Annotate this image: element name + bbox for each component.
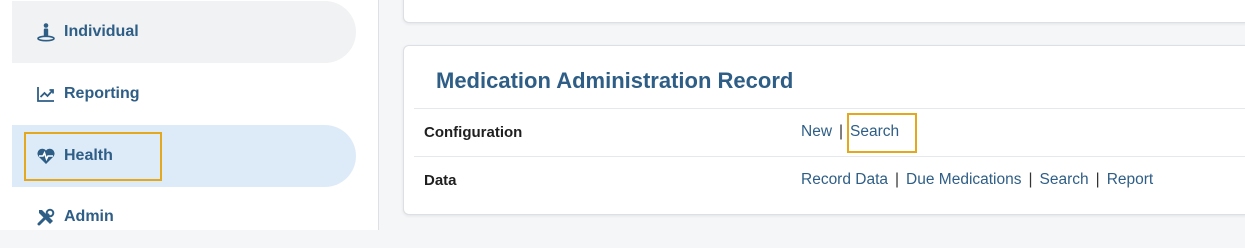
chart-line-icon	[36, 84, 56, 104]
row-label-configuration: Configuration	[424, 124, 523, 141]
sidebar: Individual Reporting Health Admin	[0, 0, 379, 230]
sidebar-item-label: Health	[64, 147, 113, 164]
previous-card	[403, 0, 1245, 23]
tools-icon	[36, 207, 56, 227]
due-medications-link[interactable]: Due Medications	[906, 171, 1021, 188]
record-data-link[interactable]: Record Data	[801, 171, 888, 188]
sidebar-item-label: Reporting	[64, 85, 140, 102]
data-links: Record Data | Due Medications | Search | Repor…	[801, 171, 1153, 189]
person-icon	[36, 22, 56, 42]
sidebar-item-individual[interactable]: Individual	[12, 1, 356, 63]
configuration-links: New | Search	[801, 123, 899, 141]
mar-card: Medication Administration Record Configu…	[403, 45, 1245, 215]
row-label-data: Data	[424, 172, 457, 189]
heart-pulse-icon	[36, 146, 56, 166]
link-separator: |	[1095, 171, 1100, 188]
sidebar-item-label: Individual	[64, 23, 139, 40]
link-separator: |	[895, 171, 900, 188]
link-separator: |	[1028, 171, 1033, 188]
link-separator: |	[839, 123, 844, 140]
sidebar-item-label: Admin	[64, 208, 114, 225]
new-link[interactable]: New	[801, 123, 832, 140]
report-link[interactable]: Report	[1107, 171, 1154, 188]
sidebar-item-health[interactable]: Health	[12, 125, 356, 187]
sidebar-item-admin[interactable]: Admin	[12, 186, 356, 248]
sidebar-item-reporting[interactable]: Reporting	[12, 63, 356, 125]
configuration-search-link[interactable]: Search	[850, 123, 899, 140]
data-search-link[interactable]: Search	[1040, 171, 1089, 188]
divider	[414, 108, 1245, 109]
divider	[414, 156, 1245, 157]
card-title: Medication Administration Record	[436, 68, 794, 93]
